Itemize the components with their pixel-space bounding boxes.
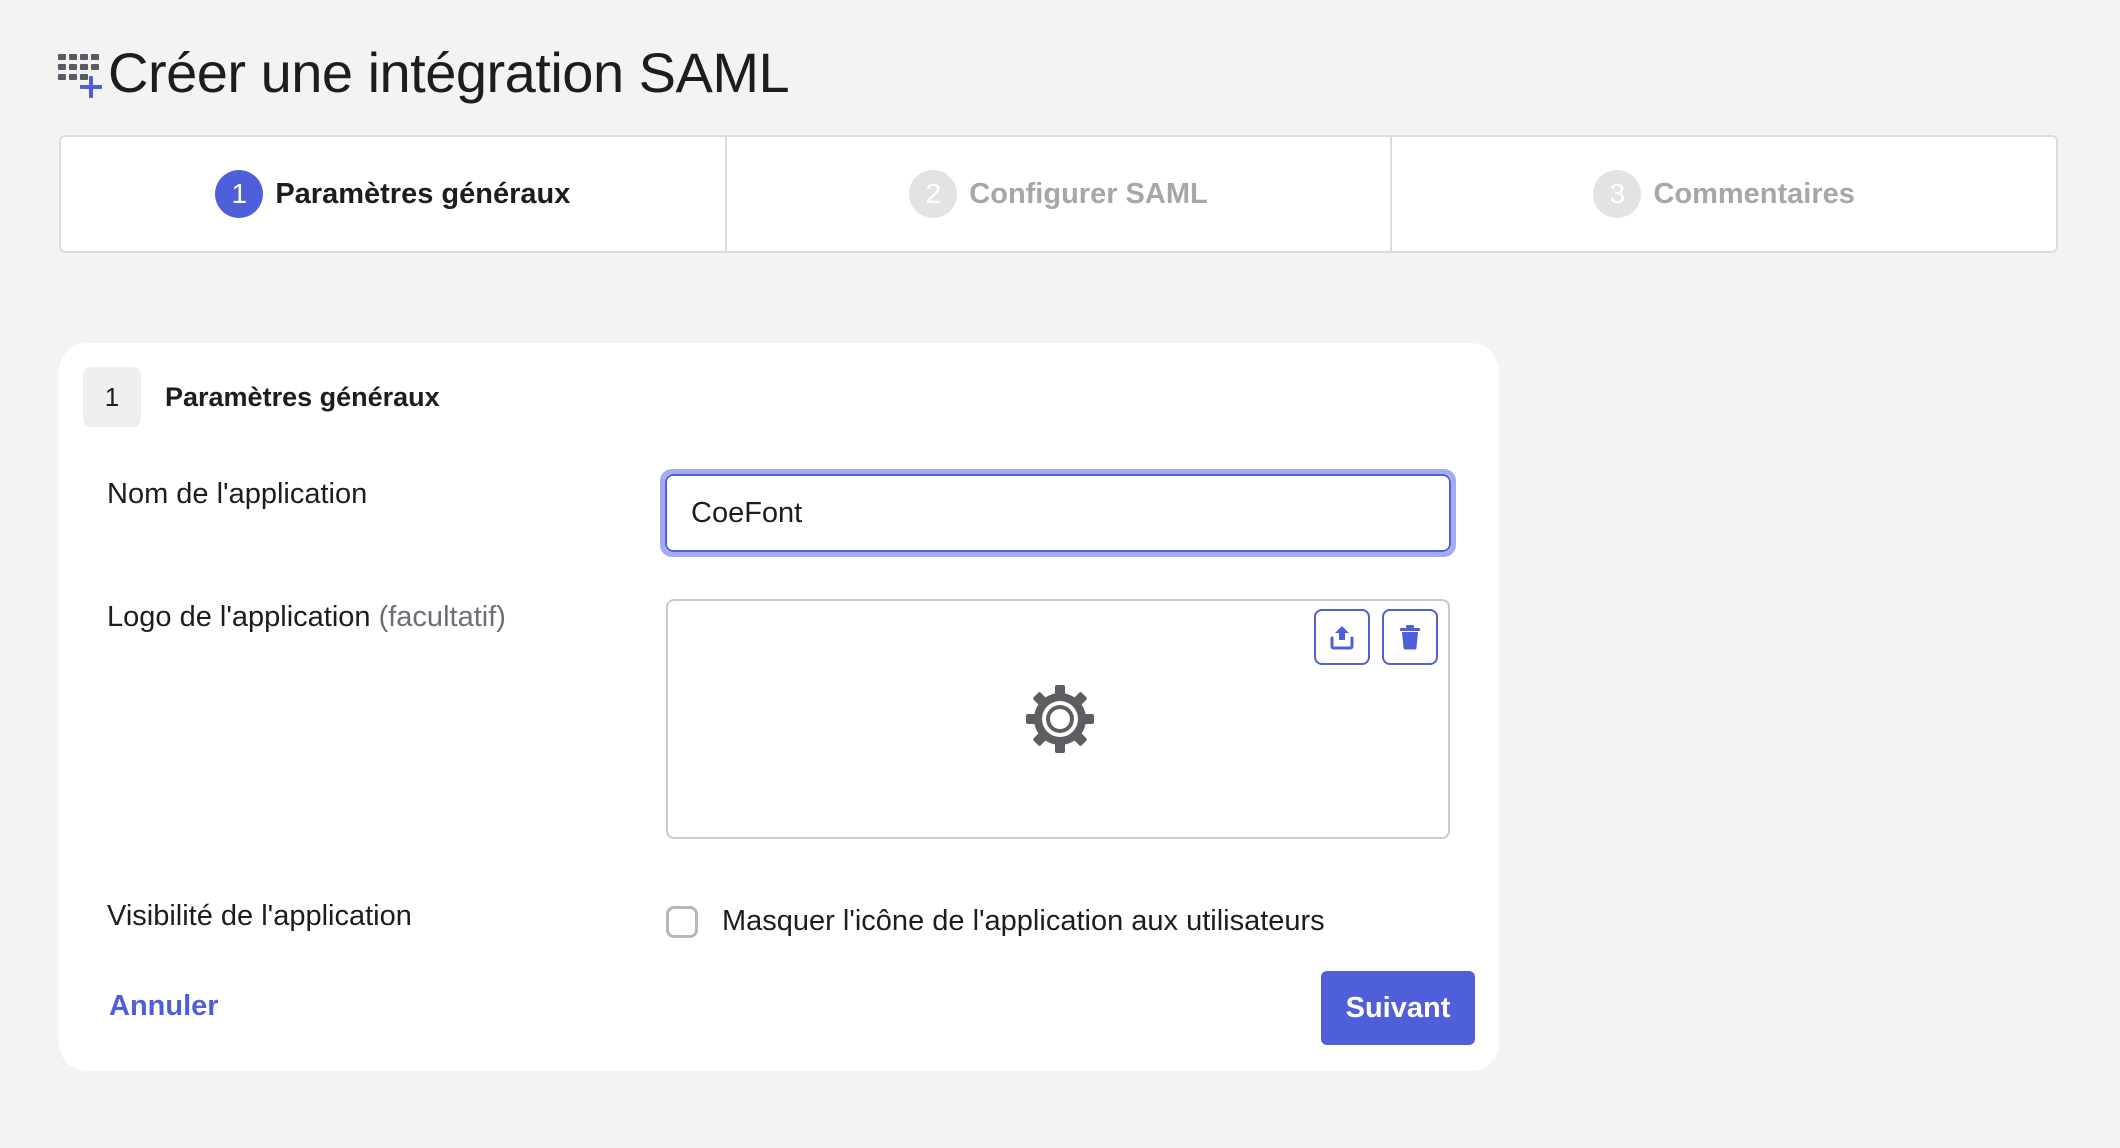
stepper: 1 Paramètres généraux 2 Configurer SAML … — [59, 135, 2058, 253]
step-configure-saml[interactable]: 2 Configurer SAML — [727, 137, 1393, 251]
page-header: Créer une intégration SAML — [56, 32, 790, 112]
next-button[interactable]: Suivant — [1321, 971, 1475, 1045]
app-logo-label-text: Logo de l'application — [107, 601, 371, 633]
app-name-focus-ring — [660, 469, 1456, 557]
card-header: 1 Paramètres généraux — [83, 367, 440, 427]
step-number: 1 — [215, 170, 264, 218]
hide-icon-checkbox-label[interactable]: Masquer l'icône de l'application aux uti… — [722, 905, 1325, 938]
upload-logo-button[interactable] — [1314, 609, 1370, 665]
app-name-label: Nom de l'application — [107, 478, 368, 510]
app-name-input[interactable] — [665, 474, 1451, 552]
step-comments[interactable]: 3 Commentaires — [1392, 137, 2056, 251]
step-general-settings[interactable]: 1 Paramètres généraux — [61, 137, 727, 251]
app-logo-dropzone[interactable] — [666, 599, 1450, 839]
upload-icon — [1330, 626, 1354, 650]
delete-logo-button[interactable] — [1382, 609, 1438, 665]
step-number: 3 — [1593, 170, 1642, 218]
step-number: 2 — [909, 170, 958, 218]
gear-icon — [1026, 685, 1094, 753]
trash-icon — [1400, 625, 1420, 650]
step-label: Configurer SAML — [969, 177, 1208, 210]
cancel-link[interactable]: Annuler — [109, 990, 219, 1023]
step-label: Commentaires — [1653, 177, 1855, 210]
page-title: Créer une intégration SAML — [108, 40, 790, 104]
card-step-badge: 1 — [83, 367, 141, 427]
optional-note: (facultatif) — [378, 601, 506, 633]
app-visibility-label: Visibilité de l'application — [107, 900, 412, 932]
app-add-icon — [58, 54, 102, 98]
general-settings-card: 1 Paramètres généraux Nom de l'applicati… — [59, 343, 1499, 1071]
step-label: Paramètres généraux — [275, 177, 571, 210]
hide-icon-option[interactable]: Masquer l'icône de l'application aux uti… — [666, 905, 1325, 938]
card-title: Paramètres généraux — [165, 381, 440, 412]
hide-icon-checkbox[interactable] — [666, 905, 698, 938]
app-logo-label: Logo de l'application (facultatif) — [107, 601, 506, 634]
